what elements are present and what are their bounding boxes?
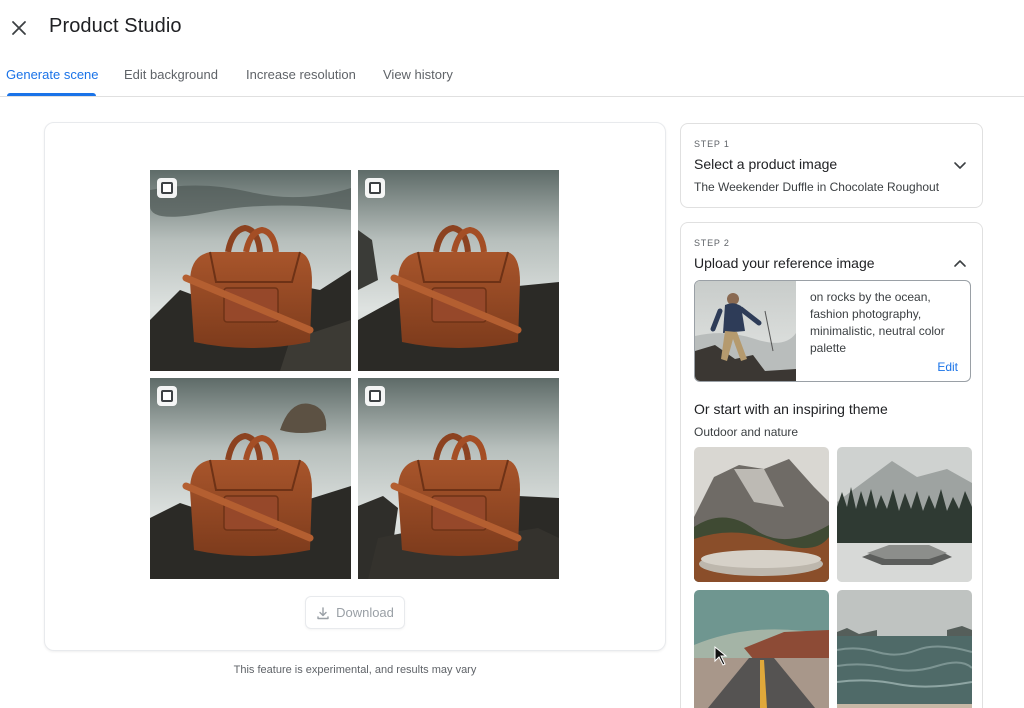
reference-image — [695, 281, 796, 381]
tab-increase-resolution[interactable]: Increase resolution — [246, 67, 356, 82]
selected-product-name: The Weekender Duffle in Chocolate Rougho… — [694, 180, 940, 194]
generated-image-2[interactable] — [358, 170, 559, 371]
theme-image — [837, 447, 972, 582]
step2-label: STEP 2 — [694, 238, 730, 248]
generated-image-3[interactable] — [150, 378, 351, 579]
active-tab-indicator — [7, 93, 96, 96]
theme-ocean-shore[interactable] — [837, 590, 972, 708]
select-checkbox[interactable] — [157, 386, 177, 406]
generated-scene — [150, 170, 351, 371]
step2-title: Upload your reference image — [694, 255, 875, 271]
generated-scene — [150, 378, 351, 579]
theme-desert-road[interactable] — [694, 590, 829, 708]
select-checkbox[interactable] — [365, 178, 385, 198]
chevron-down-icon[interactable] — [952, 157, 968, 173]
theme-image — [694, 447, 829, 582]
tab-view-history[interactable]: View history — [383, 67, 453, 82]
theme-forest-stones[interactable] — [837, 447, 972, 582]
step2-panel: STEP 2 Upload your reference image on ro… — [680, 222, 983, 708]
generated-scene — [358, 378, 559, 579]
download-label: Download — [336, 605, 394, 620]
select-checkbox[interactable] — [365, 386, 385, 406]
reference-prompt-text: on rocks by the ocean, fashion photograp… — [810, 290, 945, 355]
tab-bar: Generate scene Edit background Increase … — [0, 58, 1024, 97]
download-button[interactable]: Download — [305, 596, 405, 629]
chevron-up-icon[interactable] — [952, 256, 968, 272]
theme-mountain-pedestal[interactable] — [694, 447, 829, 582]
generated-image-4[interactable] — [358, 378, 559, 579]
close-icon[interactable] — [8, 17, 30, 39]
app-title: Product Studio — [49, 15, 182, 37]
results-panel — [44, 122, 666, 651]
download-icon — [317, 606, 329, 619]
tab-generate-scene[interactable]: Generate scene — [6, 67, 99, 82]
generated-scene — [358, 170, 559, 371]
step1-title: Select a product image — [694, 156, 838, 172]
step1-label: STEP 1 — [694, 139, 730, 149]
experimental-disclaimer: This feature is experimental, and result… — [233, 664, 477, 676]
select-checkbox[interactable] — [157, 178, 177, 198]
step1-panel[interactable]: STEP 1 Select a product image The Weeken… — [680, 123, 983, 208]
app-header: Product Studio — [0, 0, 1024, 56]
theme-category: Outdoor and nature — [694, 425, 799, 439]
theme-heading: Or start with an inspiring theme — [694, 401, 888, 417]
reference-image-card[interactable]: on rocks by the ocean, fashion photograp… — [694, 280, 971, 382]
theme-image — [694, 590, 829, 708]
theme-image — [837, 590, 972, 708]
edit-reference-link[interactable]: Edit — [937, 360, 958, 374]
generated-image-1[interactable] — [150, 170, 351, 371]
tab-edit-background[interactable]: Edit background — [124, 67, 218, 82]
